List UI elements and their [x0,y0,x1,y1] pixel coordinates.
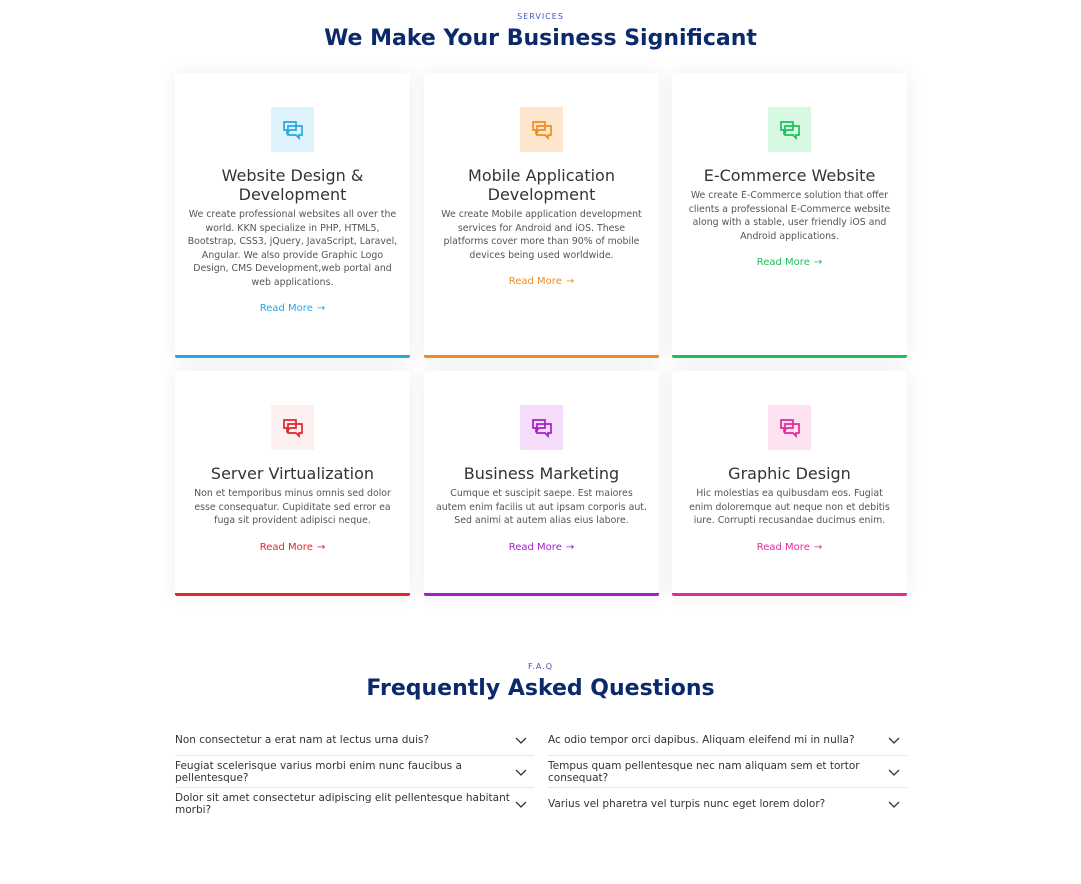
service-card-title: Website Design & Development [221,166,364,204]
service-icon-box [271,405,314,450]
service-card-title: Graphic Design [728,464,851,483]
service-icon-box [768,107,811,152]
service-card-text: Hic molestias ea quibusdam eos. Fugiat e… [689,488,890,526]
service-icon-box [520,405,563,450]
service-icon-box [520,107,563,152]
chevron-down-icon [515,737,527,744]
faq-question[interactable]: Dolor sit amet consectetur adipiscing el… [175,788,534,820]
chevron-down-icon [888,769,900,776]
card-accent-bar [672,355,907,358]
arrow-right-icon: → [316,303,326,314]
arrow-right-icon: → [813,257,823,268]
service-card-business-marketing: Business Marketing Cumque et suscipit sa… [424,371,659,596]
faq-question-text: Non consectetur a erat nam at lectus urn… [175,733,430,746]
chat-icon [282,120,303,140]
chevron-down-icon [888,801,900,808]
faq-column-right: Ac odio tempor orci dapibus. Aliquam ele… [548,724,907,820]
faq-question-text: Dolor sit amet consectetur adipiscing el… [175,792,510,816]
faq-question[interactable]: Feugiat scelerisque varius morbi enim nu… [175,756,534,788]
service-card-title: Business Marketing [463,464,620,483]
service-icon-box [768,405,811,450]
service-card-graphic-design: Graphic Design Hic molestias ea quibusda… [672,371,907,596]
service-card-text: We create Mobile application development… [441,209,642,261]
arrow-right-icon: → [813,541,823,553]
card-accent-bar [175,355,410,358]
arrow-right-icon: → [565,541,575,553]
faq-question-text: Feugiat scelerisque varius morbi enim nu… [175,759,462,784]
faq-question[interactable]: Non consectetur a erat nam at lectus urn… [175,724,534,756]
card-accent-bar [424,593,659,596]
service-card-text: We create professional websites all over… [187,209,398,288]
service-card-text: Non et temporibus minus omnis sed dolor … [194,488,391,526]
chat-icon [779,418,800,438]
arrow-right-icon: → [565,276,575,287]
service-card-title: Mobile Application Development [468,166,615,204]
read-more-link[interactable]: Read More → [509,542,575,553]
card-accent-bar [424,355,659,358]
faq-question[interactable]: Ac odio tempor orci dapibus. Aliquam ele… [548,724,907,756]
chevron-down-icon [888,737,900,744]
card-accent-bar [175,593,410,596]
service-card-title: E-Commerce Website [703,166,876,185]
read-more-link[interactable]: Read More → [757,257,823,268]
services-section-title: We Make Your Business Significant [324,26,757,51]
service-card-mobile-app: Mobile Application Development We create… [424,73,659,358]
service-card-ecommerce: E-Commerce Website We create E-Commerce … [672,73,907,358]
faq-section-tag: F.A.Q [527,662,554,671]
read-more-link[interactable]: Read More → [757,542,823,553]
service-card-text: Cumque et suscipit saepe. Est maiores au… [436,488,647,526]
service-card-server-virtualization: Server Virtualization Non et temporibus … [175,371,410,596]
faq-question[interactable]: Tempus quam pellentesque nec nam aliquam… [548,756,907,788]
service-icon-box [271,107,314,152]
read-more-link[interactable]: Read More → [509,276,575,287]
service-card-website-design: Website Design & Development We create p… [175,73,410,358]
chat-icon [282,418,303,438]
service-card-title: Server Virtualization [210,464,375,483]
faq-question[interactable]: Varius vel pharetra vel turpis nunc eget… [548,788,907,820]
faq-question-text: Varius vel pharetra vel turpis nunc eget… [548,798,826,810]
card-accent-bar [672,593,907,596]
read-more-link[interactable]: Read More → [260,303,326,314]
faq-column-left: Non consectetur a erat nam at lectus urn… [175,724,534,820]
faq-section-title: Frequently Asked Questions [366,676,715,701]
chevron-down-icon [515,801,527,808]
faq-question-text: Ac odio tempor orci dapibus. Aliquam ele… [548,733,855,746]
service-card-text: We create E-Commerce solution that offer… [688,190,891,242]
faq-question-text: Tempus quam pellentesque nec nam aliquam… [548,759,860,784]
chat-icon [531,120,552,140]
arrow-right-icon: → [316,541,326,553]
read-more-link[interactable]: Read More → [260,542,326,553]
chat-icon [531,418,552,438]
services-section-tag: SERVICES [517,12,564,21]
chat-icon [779,120,800,140]
chevron-down-icon [515,769,527,776]
